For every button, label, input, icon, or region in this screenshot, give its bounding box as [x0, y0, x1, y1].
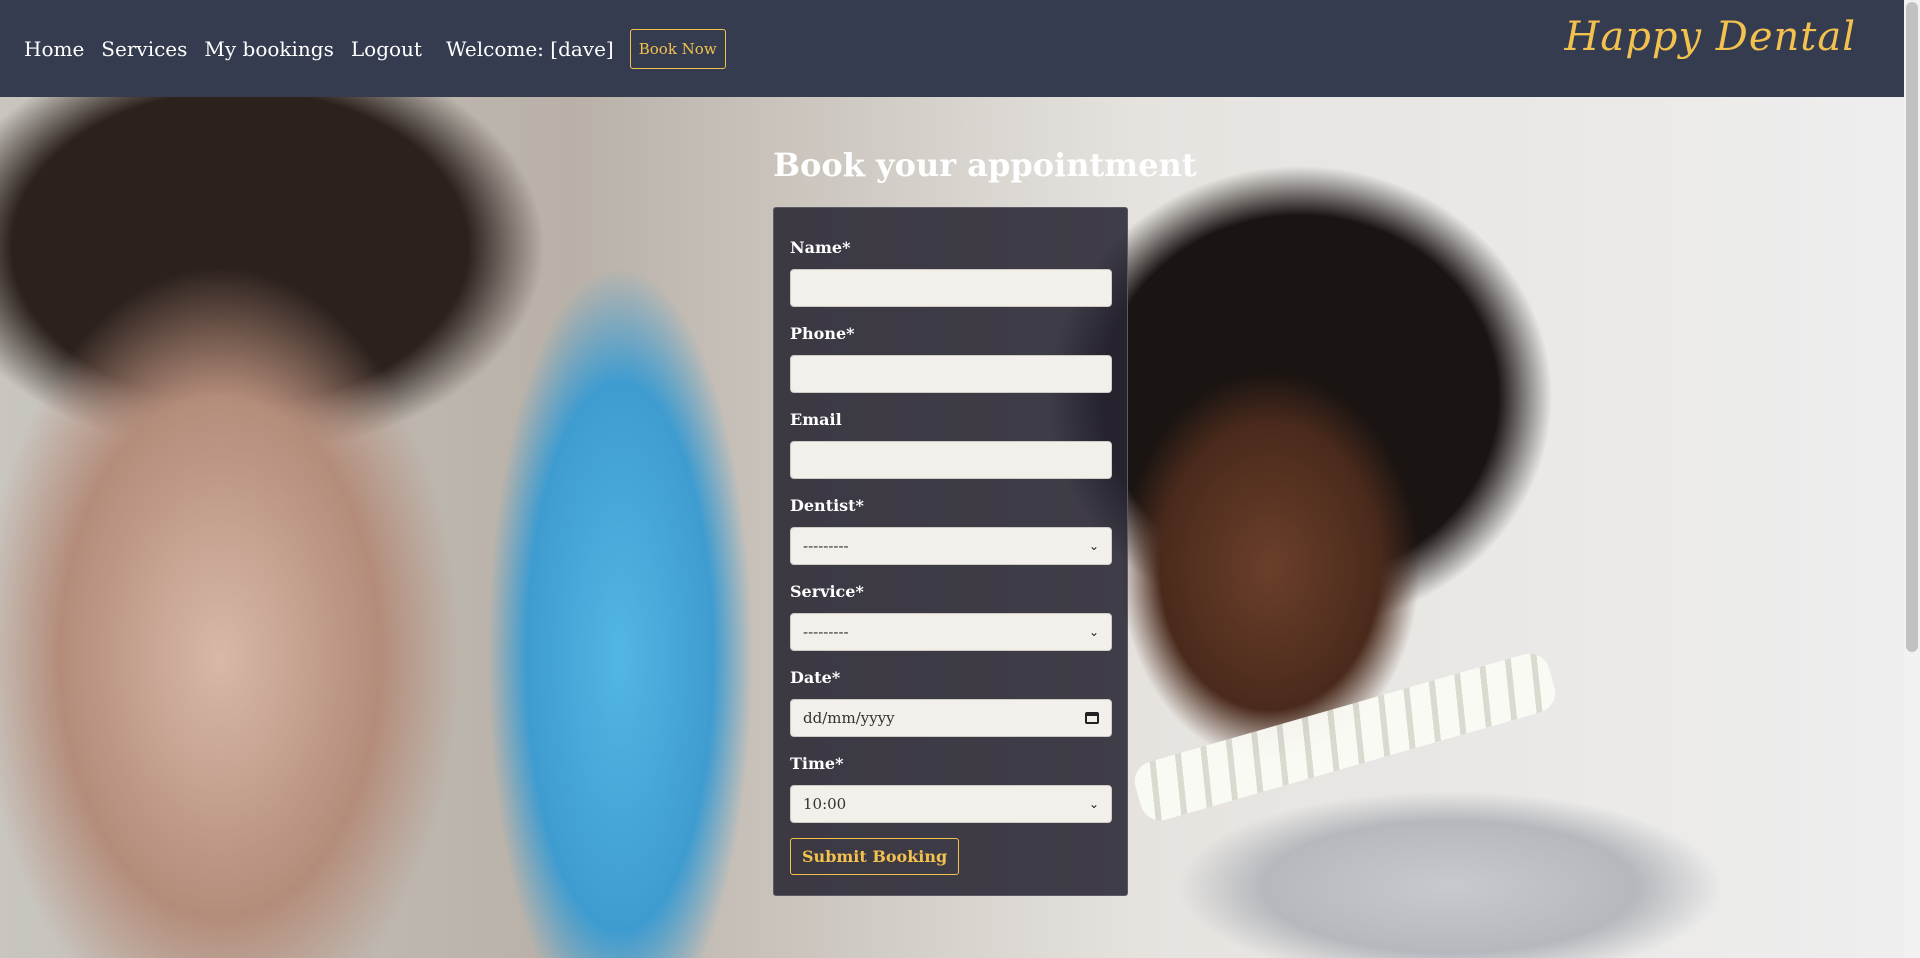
- chevron-down-icon: ⌄: [1088, 625, 1099, 639]
- navbar: Home Services My bookings Logout Welcome…: [0, 0, 1904, 97]
- brand-logo[interactable]: Happy Dental: [1565, 14, 1856, 60]
- time-select-value: 10:00: [803, 795, 847, 813]
- service-label: Service*: [790, 582, 864, 601]
- date-placeholder: dd/mm/yyyy: [803, 709, 895, 727]
- name-input[interactable]: [790, 269, 1112, 307]
- dentist-label: Dentist*: [790, 496, 864, 515]
- dentist-select[interactable]: --------- ⌄: [790, 527, 1112, 565]
- nav-logout-link[interactable]: Logout: [351, 37, 422, 61]
- welcome-text: Welcome: [dave]: [445, 36, 614, 61]
- nav-my-bookings-link[interactable]: My bookings: [204, 37, 333, 61]
- book-now-button[interactable]: Book Now: [629, 28, 726, 69]
- scrollbar[interactable]: [1904, 0, 1920, 958]
- date-label: Date*: [790, 668, 841, 687]
- nav-home-link[interactable]: Home: [24, 37, 84, 61]
- nav-services-link[interactable]: Services: [101, 37, 187, 61]
- date-input[interactable]: dd/mm/yyyy: [790, 699, 1112, 737]
- dentist-select-value: ---------: [803, 537, 849, 555]
- phone-input[interactable]: [790, 355, 1112, 393]
- calendar-icon[interactable]: [1085, 712, 1099, 724]
- time-select[interactable]: 10:00 ⌄: [790, 785, 1112, 823]
- chevron-down-icon: ⌄: [1088, 539, 1099, 553]
- time-label: Time*: [790, 754, 844, 773]
- scrollbar-thumb[interactable]: [1906, 2, 1918, 652]
- booking-form: Name* Phone* Email Dentist* --------- ⌄ …: [773, 207, 1128, 896]
- phone-label: Phone*: [790, 324, 855, 343]
- name-label: Name*: [790, 238, 851, 257]
- shade-guide-image: [1130, 648, 1560, 826]
- email-input[interactable]: [790, 441, 1112, 479]
- chevron-down-icon: ⌄: [1088, 797, 1099, 811]
- service-select[interactable]: --------- ⌄: [790, 613, 1112, 651]
- email-label: Email: [790, 410, 842, 429]
- page-title: Book your appointment: [773, 146, 1197, 184]
- service-select-value: ---------: [803, 623, 849, 641]
- submit-booking-button[interactable]: Submit Booking: [790, 838, 960, 875]
